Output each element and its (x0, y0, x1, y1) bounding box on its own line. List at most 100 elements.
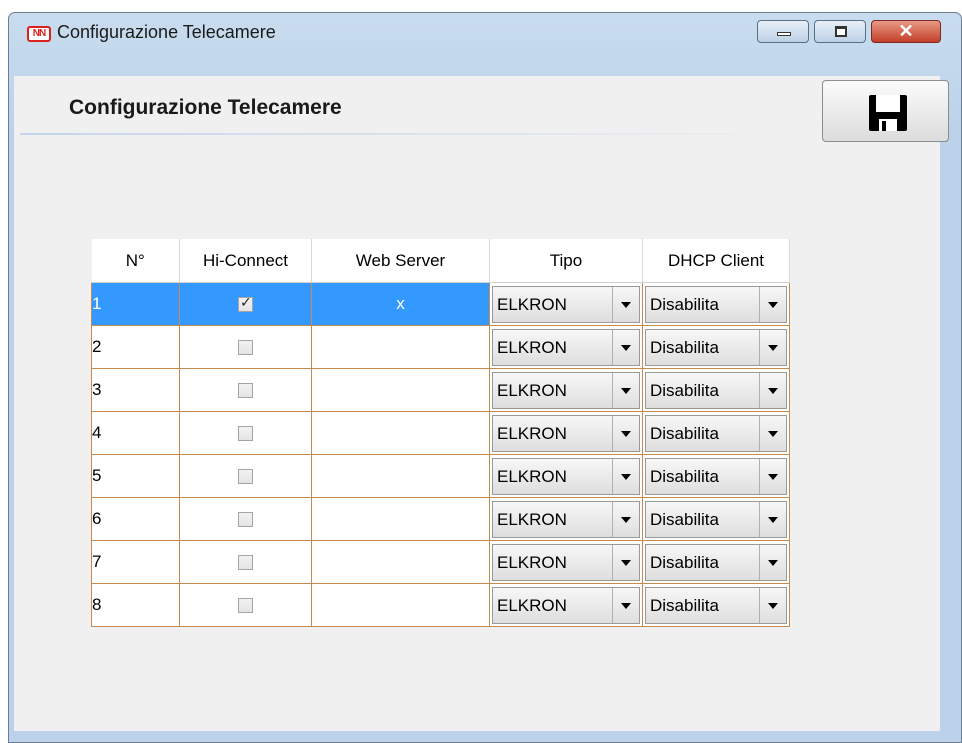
tipo-dropdown[interactable]: ELKRON (492, 500, 640, 538)
table-row[interactable]: 7 ELKRON Disabilita (91, 540, 790, 584)
save-button[interactable] (822, 80, 949, 142)
tipo-cell[interactable]: ELKRON (489, 454, 643, 498)
dhcp-cell[interactable]: Disabilita (642, 411, 790, 455)
chevron-down-icon[interactable] (759, 587, 786, 623)
column-header-tipo[interactable]: Tipo (489, 239, 643, 283)
tipo-dropdown[interactable]: ELKRON (492, 457, 640, 495)
maximize-button[interactable] (814, 20, 866, 43)
hi-connect-cell[interactable] (179, 411, 312, 455)
title-bar[interactable]: NN Configurazione Telecamere ✕ (9, 13, 961, 49)
minimize-button[interactable] (757, 20, 809, 43)
table-row[interactable]: 5 ELKRON Disabilita (91, 454, 790, 498)
web-server-cell[interactable] (311, 497, 490, 541)
dhcp-cell[interactable]: Disabilita (642, 497, 790, 541)
chevron-down-icon[interactable] (759, 329, 786, 365)
web-server-cell[interactable]: x (311, 282, 490, 326)
dhcp-dropdown[interactable]: Disabilita (645, 500, 787, 538)
hi-connect-cell[interactable] (179, 282, 312, 326)
table-row[interactable]: 2 ELKRON Disabilita (91, 325, 790, 369)
row-number-cell[interactable]: 5 (91, 454, 180, 498)
table-row[interactable]: 6 ELKRON Disabilita (91, 497, 790, 541)
dhcp-cell[interactable]: Disabilita (642, 325, 790, 369)
tipo-value: ELKRON (497, 466, 567, 486)
tipo-dropdown[interactable]: ELKRON (492, 414, 640, 452)
hi-connect-checkbox[interactable] (238, 555, 253, 571)
chevron-down-icon[interactable] (612, 286, 639, 322)
tipo-dropdown[interactable]: ELKRON (492, 285, 640, 323)
chevron-down-icon[interactable] (759, 501, 786, 537)
web-server-cell[interactable] (311, 583, 490, 627)
web-server-cell[interactable] (311, 411, 490, 455)
close-button[interactable]: ✕ (871, 20, 941, 43)
row-number-cell[interactable]: 4 (91, 411, 180, 455)
chevron-down-icon[interactable] (612, 372, 639, 408)
chevron-down-icon[interactable] (612, 587, 639, 623)
dhcp-dropdown[interactable]: Disabilita (645, 371, 787, 409)
hi-connect-cell[interactable] (179, 454, 312, 498)
row-number-cell[interactable]: 3 (91, 368, 180, 412)
web-server-cell[interactable] (311, 325, 490, 369)
tipo-cell[interactable]: ELKRON (489, 411, 643, 455)
hi-connect-cell[interactable] (179, 497, 312, 541)
chevron-down-icon[interactable] (612, 501, 639, 537)
column-header-number[interactable]: N° (91, 239, 180, 283)
dhcp-dropdown[interactable]: Disabilita (645, 543, 787, 581)
dhcp-cell[interactable]: Disabilita (642, 583, 790, 627)
tipo-dropdown[interactable]: ELKRON (492, 371, 640, 409)
tipo-cell[interactable]: ELKRON (489, 368, 643, 412)
table-row[interactable]: 3 ELKRON Disabilita (91, 368, 790, 412)
hi-connect-checkbox[interactable] (238, 295, 253, 313)
column-header-web-server[interactable]: Web Server (311, 239, 490, 283)
tipo-cell[interactable]: ELKRON (489, 540, 643, 584)
dhcp-cell[interactable]: Disabilita (642, 540, 790, 584)
hi-connect-checkbox[interactable] (238, 340, 253, 356)
tipo-dropdown[interactable]: ELKRON (492, 328, 640, 366)
chevron-down-icon[interactable] (612, 329, 639, 365)
tipo-cell[interactable]: ELKRON (489, 497, 643, 541)
web-server-cell[interactable] (311, 540, 490, 584)
dhcp-dropdown[interactable]: Disabilita (645, 328, 787, 366)
chevron-down-icon[interactable] (759, 458, 786, 494)
tipo-cell[interactable]: ELKRON (489, 282, 643, 326)
chevron-down-icon[interactable] (759, 415, 786, 451)
web-server-cell[interactable] (311, 454, 490, 498)
chevron-down-icon[interactable] (612, 458, 639, 494)
row-number-cell[interactable]: 6 (91, 497, 180, 541)
hi-connect-cell[interactable] (179, 583, 312, 627)
hi-connect-checkbox[interactable] (238, 426, 253, 442)
hi-connect-cell[interactable] (179, 368, 312, 412)
tipo-value: ELKRON (497, 294, 567, 314)
dhcp-dropdown[interactable]: Disabilita (645, 457, 787, 495)
hi-connect-cell[interactable] (179, 540, 312, 584)
dhcp-dropdown[interactable]: Disabilita (645, 586, 787, 624)
dhcp-cell[interactable]: Disabilita (642, 368, 790, 412)
hi-connect-checkbox[interactable] (238, 512, 253, 528)
table-row[interactable]: 8 ELKRON Disabilita (91, 583, 790, 627)
hi-connect-checkbox[interactable] (238, 469, 253, 485)
table-row[interactable]: 1 x ELKRON Disabilita (91, 282, 790, 326)
chevron-down-icon[interactable] (612, 544, 639, 580)
web-server-cell[interactable] (311, 368, 490, 412)
dhcp-dropdown[interactable]: Disabilita (645, 414, 787, 452)
chevron-down-icon[interactable] (612, 415, 639, 451)
dhcp-cell[interactable]: Disabilita (642, 454, 790, 498)
row-number-cell[interactable]: 7 (91, 540, 180, 584)
row-number-cell[interactable]: 8 (91, 583, 180, 627)
tipo-dropdown[interactable]: ELKRON (492, 586, 640, 624)
tipo-dropdown[interactable]: ELKRON (492, 543, 640, 581)
dhcp-dropdown[interactable]: Disabilita (645, 285, 787, 323)
chevron-down-icon[interactable] (759, 544, 786, 580)
hi-connect-checkbox[interactable] (238, 598, 253, 614)
dhcp-cell[interactable]: Disabilita (642, 282, 790, 326)
hi-connect-cell[interactable] (179, 325, 312, 369)
row-number-cell[interactable]: 1 (91, 282, 180, 326)
tipo-cell[interactable]: ELKRON (489, 325, 643, 369)
hi-connect-checkbox[interactable] (238, 383, 253, 399)
column-header-dhcp-client[interactable]: DHCP Client (642, 239, 790, 283)
column-header-hi-connect[interactable]: Hi-Connect (179, 239, 312, 283)
chevron-down-icon[interactable] (759, 372, 786, 408)
row-number-cell[interactable]: 2 (91, 325, 180, 369)
table-row[interactable]: 4 ELKRON Disabilita (91, 411, 790, 455)
chevron-down-icon[interactable] (759, 286, 786, 322)
tipo-cell[interactable]: ELKRON (489, 583, 643, 627)
